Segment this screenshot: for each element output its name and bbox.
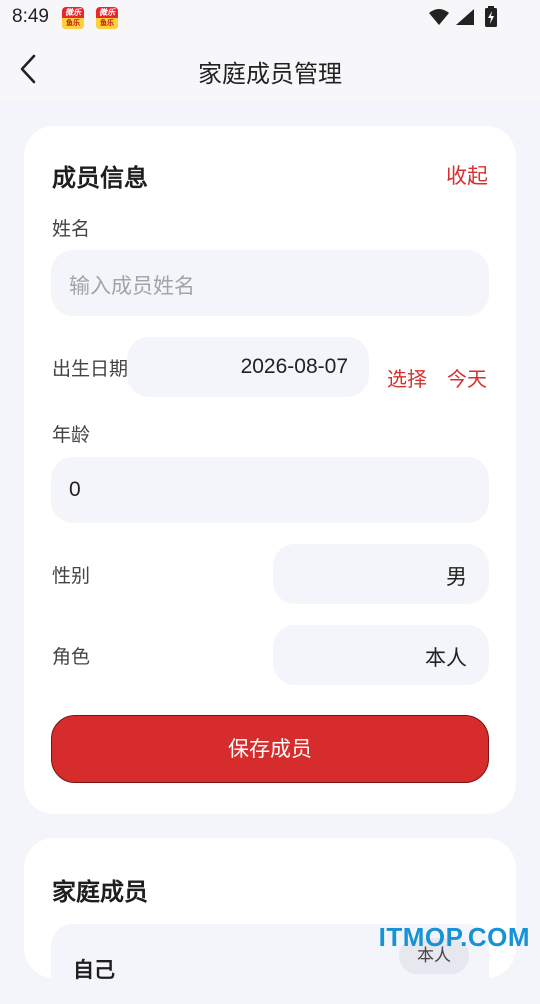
watermark: ITMOP.COM	[378, 922, 530, 952]
today-button[interactable]: 今天	[447, 363, 487, 392]
save-member-button[interactable]: 保存成员	[51, 715, 489, 783]
battery-charging-icon	[485, 6, 497, 27]
age-label: 年龄	[52, 424, 91, 446]
section-title-member-info: 成员信息	[52, 164, 148, 192]
select-date-button[interactable]: 选择	[387, 363, 427, 392]
app-notification-icon: 微乐 鱼乐	[62, 7, 84, 29]
app-notification-icon: 微乐 鱼乐	[96, 7, 118, 29]
age-value: 0	[69, 478, 81, 501]
wifi-icon	[429, 9, 449, 25]
status-time: 8:49	[12, 6, 49, 27]
role-value: 本人	[425, 646, 467, 670]
birth-date-field[interactable]: 2026-08-07	[127, 337, 369, 397]
signal-icon	[456, 9, 474, 25]
birth-date-value: 2026-08-07	[240, 355, 348, 378]
role-select[interactable]: 本人	[273, 625, 489, 685]
section-title-family-members: 家庭成员	[52, 878, 148, 906]
age-input[interactable]: 0	[51, 457, 489, 523]
name-label: 姓名	[52, 218, 91, 240]
birth-date-label: 出生日期	[52, 358, 129, 380]
gender-label: 性别	[52, 565, 91, 587]
role-label: 角色	[52, 646, 91, 668]
member-info-card: 成员信息 收起 姓名 输入成员姓名 出生日期 2026-08-07 选择 今天 …	[24, 126, 516, 814]
name-input[interactable]: 输入成员姓名	[51, 250, 489, 316]
app-bar: 家庭成员管理	[0, 36, 540, 102]
family-members-card: 家庭成员 自己 本人	[24, 838, 516, 1004]
gender-select[interactable]: 男	[273, 544, 489, 604]
collapse-button[interactable]: 收起	[446, 160, 488, 190]
page-title: 家庭成员管理	[198, 60, 342, 88]
gender-value: 男	[446, 565, 467, 589]
status-bar: 8:49 微乐 鱼乐 微乐 鱼乐	[0, 0, 540, 36]
name-input-placeholder: 输入成员姓名	[69, 274, 195, 298]
member-name: 自己	[73, 958, 115, 982]
